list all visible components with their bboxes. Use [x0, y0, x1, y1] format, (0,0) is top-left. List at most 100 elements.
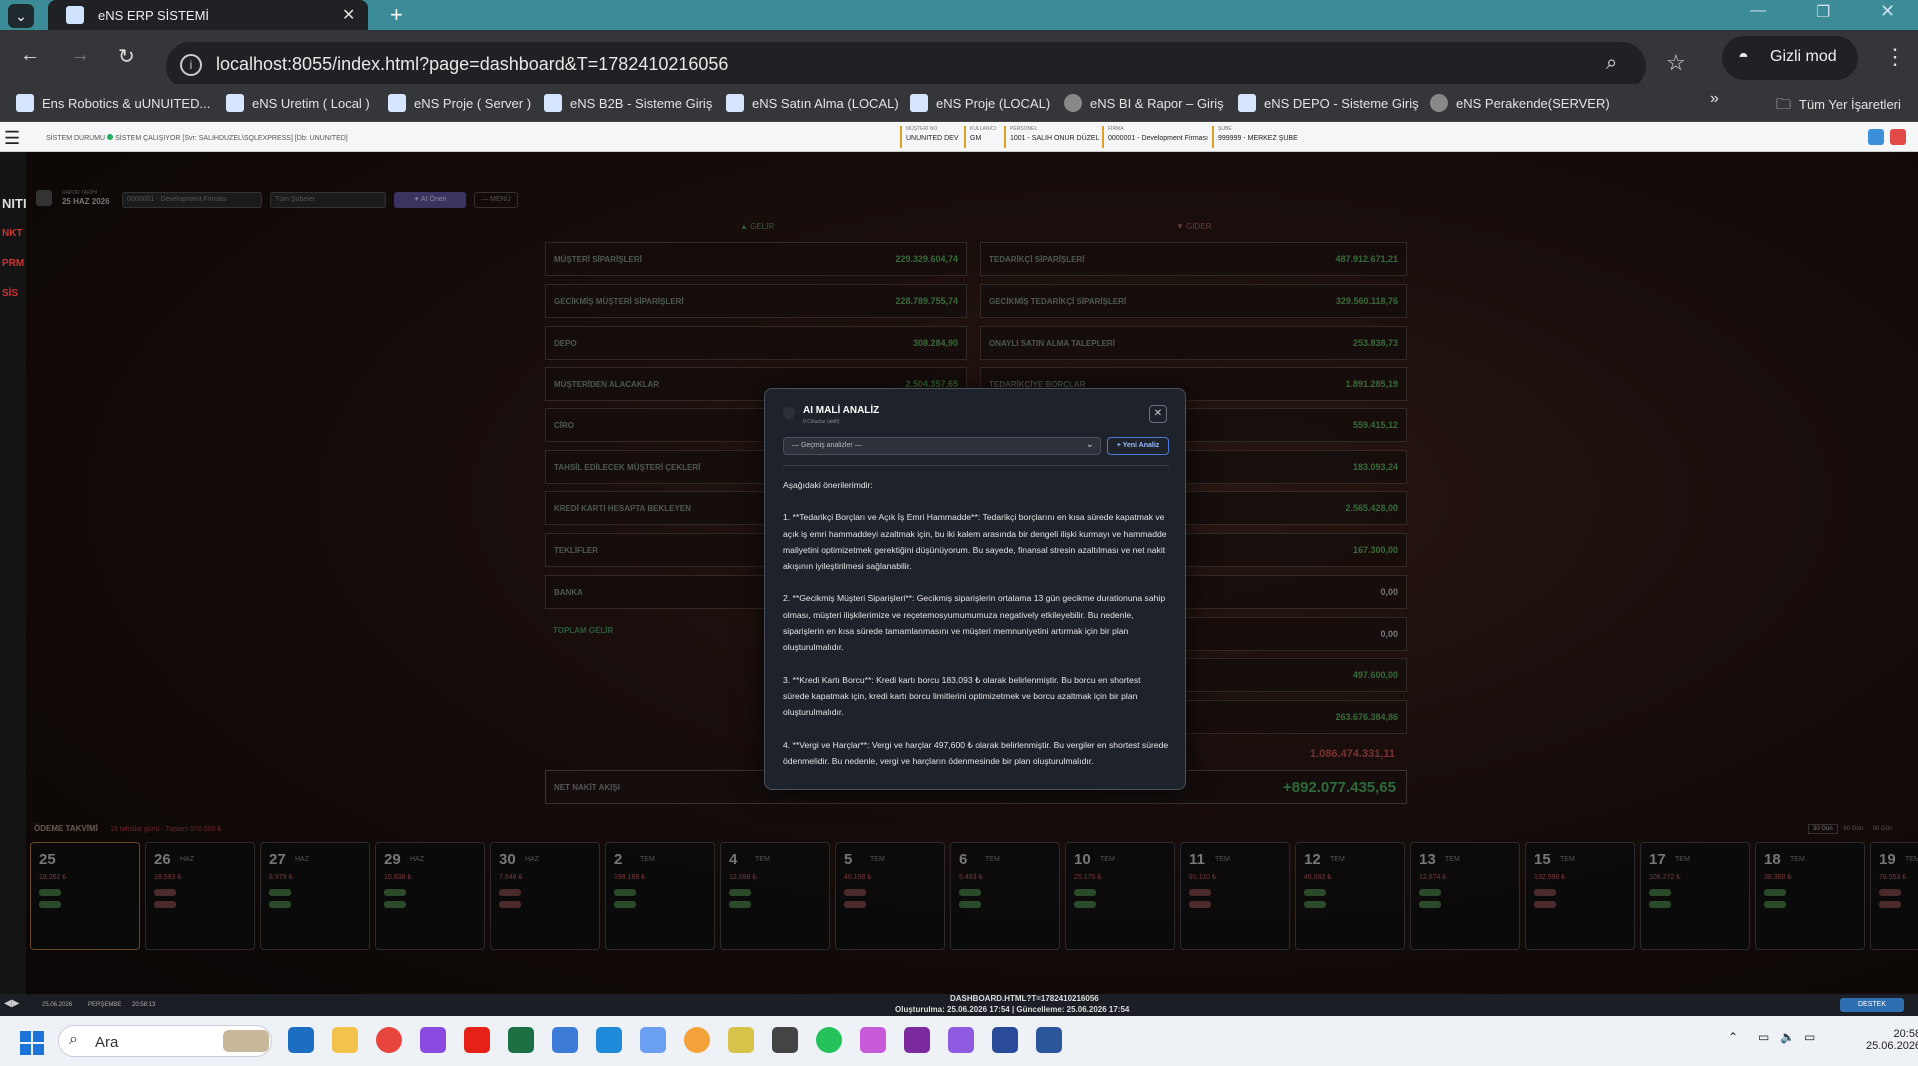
calendar-day-card[interactable]: 29 HAZ 10.838 ₺ [375, 842, 485, 950]
calendar-day-card[interactable]: 4 TEM 12.098 ₺ [720, 842, 830, 950]
calendar-day-card[interactable]: 30 HAZ 7.648 ₺ [490, 842, 600, 950]
logout-button[interactable] [1890, 129, 1906, 145]
calendar-day-card[interactable]: 5 TEM 46.158 ₺ [835, 842, 945, 950]
word-icon[interactable] [1036, 1027, 1062, 1053]
file-explorer-icon[interactable] [332, 1027, 358, 1053]
bookmarks-overflow-icon[interactable]: » [1710, 90, 1719, 108]
status-nav-arrows-icon[interactable]: ◀▶ [4, 998, 19, 1009]
tab-close-icon[interactable]: ✕ [342, 5, 355, 25]
tray-overflow-icon[interactable]: ⌃ [1728, 1030, 1738, 1044]
address-bar[interactable]: i localhost:8055/index.html?page=dashboa… [166, 42, 1686, 90]
outlook-icon[interactable] [288, 1027, 314, 1053]
incognito-indicator[interactable]: ◓ Gizli mod [1722, 36, 1858, 80]
rail-item[interactable]: NITI [2, 196, 27, 211]
app-icon[interactable] [684, 1027, 710, 1053]
volume-icon[interactable]: 🔈 [1780, 1030, 1795, 1044]
calendar-day-card[interactable]: 12 TEM 46.092 ₺ [1295, 842, 1405, 950]
calendar-day-number: 12 [1304, 851, 1321, 868]
calendar-day-card[interactable]: 15 TEM 132.998 ₺ [1525, 842, 1635, 950]
text-app-icon[interactable] [772, 1027, 798, 1053]
bookmark-item[interactable]: eNS Proje ( Server ) [388, 94, 531, 112]
bookmark-item[interactable]: eNS BI & Rapor – Giriş [1064, 94, 1224, 112]
report-date[interactable]: 25 HAZ 2026 [62, 197, 110, 206]
rail-item[interactable]: NKT [2, 228, 23, 239]
bookmark-item[interactable]: eNS B2B - Sisteme Giriş [544, 94, 712, 112]
browser-tab[interactable]: eNS ERP SİSTEMİ ✕ [48, 0, 368, 30]
expense-row[interactable]: ONAYLI SATIN ALMA TALEPLERİ 253.838,73 [980, 326, 1407, 360]
calendar-day-card[interactable]: 17 TEM 108.272 ₺ [1640, 842, 1750, 950]
window-restore-icon[interactable]: ❐ [1816, 2, 1830, 22]
back-arrow-icon[interactable]: ← [20, 44, 40, 67]
all-bookmarks-button[interactable]: 🗀 Tüm Yer İşaretleri [1776, 94, 1901, 119]
taskbar-clock[interactable]: 20:58 25.06.2026 [1866, 1028, 1918, 1052]
income-row[interactable]: DEPO 308.284,90 [545, 326, 967, 360]
excel-icon[interactable] [508, 1027, 534, 1053]
paint-icon[interactable] [728, 1027, 754, 1053]
monitor-button[interactable] [1868, 129, 1884, 145]
network-icon[interactable]: ▭ [1758, 1030, 1769, 1044]
income-row[interactable]: MÜŞTERİ SİPARİŞLERİ 229.329.604,74 [545, 242, 967, 276]
calendar-view-30[interactable]: 30 Gün [1808, 824, 1838, 834]
new-tab-plus-icon[interactable]: + [390, 2, 403, 28]
company-select[interactable]: 0000001 - Development Firması [122, 192, 262, 208]
calendar-day-card[interactable]: 25 18.262 ₺ [30, 842, 140, 950]
snipping-tool-icon[interactable] [420, 1027, 446, 1053]
reload-icon[interactable]: ↻ [118, 44, 135, 69]
hamburger-menu-icon[interactable]: ☰ [4, 128, 20, 149]
calendar-day-card[interactable]: 10 TEM 25.175 ₺ [1065, 842, 1175, 950]
whatsapp-icon[interactable] [816, 1027, 842, 1053]
expense-row[interactable]: TEDARİKÇİ SİPARİŞLERİ 487.912.671,21 [980, 242, 1407, 276]
calculator-icon[interactable] [552, 1027, 578, 1053]
ssms-icon[interactable] [992, 1027, 1018, 1053]
bookmark-item[interactable]: eNS Satın Alma (LOCAL) [726, 94, 899, 112]
calendar-view-60[interactable]: 60 Gün [1839, 825, 1867, 833]
header-cell-value: 0000001 - Development Firması [1108, 135, 1208, 142]
menu-button[interactable]: — MENÜ [474, 192, 518, 208]
branch-select[interactable]: Tüm Şubeler [270, 192, 386, 208]
bookmark-item[interactable]: Ens Robotics & uUNUITED... [16, 94, 210, 112]
new-analysis-button[interactable]: + Yeni Analiz [1107, 437, 1169, 455]
site-info-icon[interactable]: i [180, 54, 202, 76]
calendar-day-card[interactable]: 11 TEM 91.110 ₺ [1180, 842, 1290, 950]
calendar-day-card[interactable]: 13 TEM 12.874 ₺ [1410, 842, 1520, 950]
battery-icon[interactable]: ▭ [1804, 1030, 1815, 1044]
calendar-day-card[interactable]: 27 HAZ 8.979 ₺ [260, 842, 370, 950]
window-minimize-icon[interactable]: — [1750, 2, 1766, 20]
bookmark-star-icon[interactable]: ☆ [1666, 50, 1686, 76]
gemini-icon[interactable] [640, 1027, 666, 1053]
taskbar-search[interactable]: ⌕ Ara [58, 1025, 272, 1057]
rail-item[interactable]: PRM [2, 258, 24, 269]
history-select[interactable]: — Geçmiş analizler — ⌄ [783, 437, 1101, 455]
onenote-icon[interactable] [904, 1027, 930, 1053]
bookmark-item[interactable]: eNS Proje (LOCAL) [910, 94, 1050, 112]
calendar-day-card[interactable]: 6 TEM 5.483 ₺ [950, 842, 1060, 950]
ai-suggest-button[interactable]: ✦ AI Öneri [394, 192, 466, 208]
copilot-icon[interactable] [860, 1027, 886, 1053]
bookmark-item[interactable]: eNS Uretim ( Local ) [226, 94, 370, 112]
tab-search-chevron-icon[interactable]: ⌄ [8, 4, 34, 28]
window-close-icon[interactable]: ✕ [1880, 1, 1895, 22]
windows-start-icon[interactable] [20, 1031, 44, 1055]
income-row[interactable]: GECİKMİŞ MÜŞTERİ SİPARİŞLERİ 228.789.755,… [545, 284, 967, 318]
url-text[interactable]: localhost:8055/index.html?page=dashboard… [216, 54, 728, 75]
calendar-day-card[interactable]: 19 TEM 78.553 ₺ [1870, 842, 1918, 950]
youtube-icon[interactable] [464, 1027, 490, 1053]
calendar-day-card[interactable]: 18 TEM 38.360 ₺ [1755, 842, 1865, 950]
calendar-view-90[interactable]: 90 Gün [1869, 825, 1897, 833]
header-cell-key: ŞUBE [1218, 126, 1232, 132]
modal-close-icon[interactable]: ✕ [1149, 405, 1167, 423]
bookmark-item[interactable]: eNS Perakende(SERVER) [1430, 94, 1610, 112]
bookmark-item[interactable]: eNS DEPO - Sisteme Giriş [1238, 94, 1419, 112]
calendar-day-card[interactable]: 2 TEM 198.169 ₺ [605, 842, 715, 950]
browser-menu-icon[interactable]: ⋮ [1884, 44, 1906, 70]
vscode-icon[interactable] [596, 1027, 622, 1053]
forward-arrow-icon[interactable]: → [70, 44, 90, 67]
visual-studio-icon[interactable] [948, 1027, 974, 1053]
calendar-entry-pill [499, 901, 521, 908]
rail-item[interactable]: SİS [2, 288, 18, 299]
chrome-icon[interactable] [376, 1027, 402, 1053]
support-button[interactable]: DESTEK [1840, 998, 1904, 1012]
zoom-magnifier-icon[interactable]: ⌕ [1606, 52, 1617, 75]
expense-row[interactable]: GECİKMİŞ TEDARİKÇİ SİPARİŞLERİ 329.560.11… [980, 284, 1407, 318]
calendar-day-card[interactable]: 26 HAZ 18.593 ₺ [145, 842, 255, 950]
